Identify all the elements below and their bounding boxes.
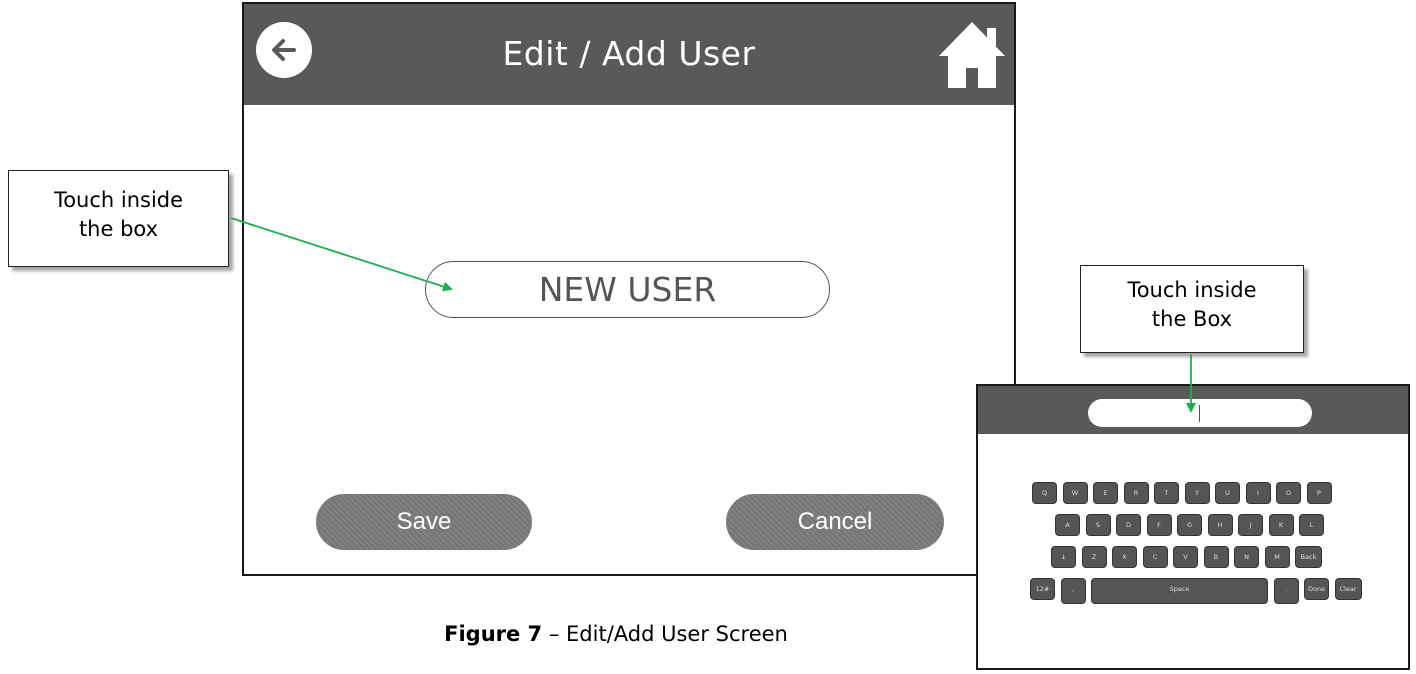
- figure-label: Figure 7: [444, 622, 543, 646]
- figure-caption-text: – Edit/Add User Screen: [542, 622, 788, 646]
- figure-caption: Figure 7 – Edit/Add User Screen: [0, 622, 1232, 646]
- callout-arrows: [230, 217, 1196, 413]
- arrow-to-name-field: [230, 217, 453, 292]
